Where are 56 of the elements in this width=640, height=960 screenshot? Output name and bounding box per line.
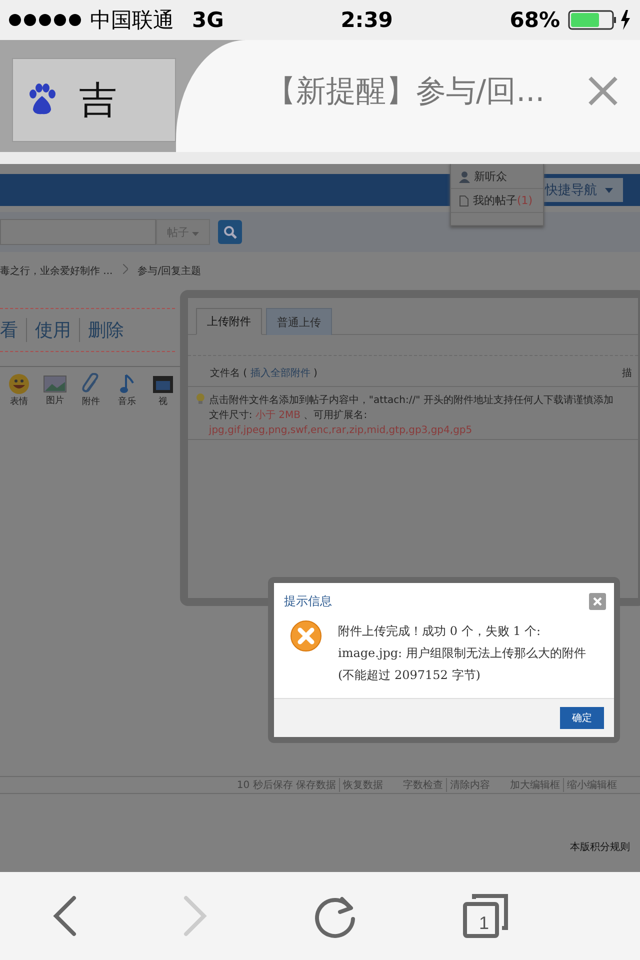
editor-tool[interactable]: 音乐 (112, 372, 142, 408)
clock-time: 2:39 (340, 8, 393, 32)
menu-item[interactable]: 我的帖子(1) (451, 189, 543, 213)
editor-link[interactable]: 10 秒后保存 保存数据 (234, 778, 339, 792)
lightbulb-icon (196, 393, 205, 405)
dialog-message: 附件上传完成！成功 0 个，失败 1 个: image.jpg: 用户组限制无法上传那么大的附件(不能超过 2097152 字节) (338, 623, 587, 684)
column-header: 描 (622, 366, 632, 380)
editor-link[interactable]: 清除内容 (446, 778, 493, 792)
error-icon (290, 620, 322, 652)
menu-item[interactable]: 新听众 (451, 165, 543, 189)
battery-charging-icon (568, 9, 632, 31)
action-link[interactable]: 删除 (79, 318, 132, 342)
close-icon (586, 74, 620, 108)
editor-link[interactable]: 加大编辑框 (507, 778, 563, 792)
browser-tab[interactable]: 【新提醒】参与/回... (176, 40, 640, 152)
user-icon (459, 170, 470, 182)
signal-icon (8, 13, 82, 27)
editor-tool[interactable]: 附件 (76, 372, 106, 408)
action-link[interactable]: 看 (0, 318, 26, 342)
dialog-title: 提示信息 (284, 593, 332, 610)
close-button[interactable] (589, 593, 606, 610)
close-button[interactable] (586, 74, 620, 108)
back-button[interactable] (52, 895, 78, 937)
carrier-name: 中国联通 (90, 7, 174, 34)
smiley-icon (8, 372, 30, 394)
editor-tool[interactable]: 视 (148, 372, 178, 408)
chevron-icon (122, 264, 128, 274)
editor-link[interactable]: 字数检查 (400, 778, 446, 792)
paren-text: ) (312, 368, 318, 379)
image-icon (43, 374, 67, 394)
upload-tab[interactable]: 上传附件 (196, 308, 262, 335)
editor-link[interactable]: 恢复数据 (339, 778, 386, 792)
document-icon (459, 194, 469, 206)
music-note-icon (119, 372, 135, 394)
editor-tool[interactable]: 表情 (4, 372, 34, 408)
close-icon (593, 597, 602, 606)
browser-tab[interactable]: 吉 (12, 58, 176, 142)
paperclip-icon (81, 372, 101, 394)
filename-header: 文件名 ( (210, 368, 248, 379)
file-limits: 文件尺寸: 小于 2MB 、可用扩展名: jpg,gif,jpeg,png,swf,enc,rar,zip,mid,gtp,gp3,gp4,gp5 (208, 408, 474, 438)
rules-link[interactable]: 本版积分规则 (570, 840, 630, 854)
action-link[interactable]: 使用 (26, 318, 79, 342)
network-type: 3G (192, 8, 224, 32)
search-icon (223, 225, 237, 239)
editor-tool[interactable]: 图片 (40, 374, 70, 406)
confirm-button[interactable]: 确定 (560, 707, 604, 729)
search-button[interactable] (218, 220, 242, 244)
insert-all-link[interactable]: 插入全部附件 (250, 368, 310, 379)
caret-icon (605, 188, 613, 192)
editor-link[interactable]: 缩小编辑框 (563, 778, 620, 792)
breadcrumb-link[interactable]: 毒之行，业余爱好制作 ... (0, 264, 113, 278)
breadcrumb-current: 参与/回复主题 (138, 264, 202, 278)
upload-tab[interactable]: 普通上传 (266, 308, 332, 335)
caret-icon (192, 232, 200, 236)
battery-percent: 68% (510, 8, 560, 32)
upload-tip: 点击附件文件名添加到帖子内容中，"attach://" 开头的附件地址支持任何人下载请谨慎添加 (208, 394, 614, 408)
